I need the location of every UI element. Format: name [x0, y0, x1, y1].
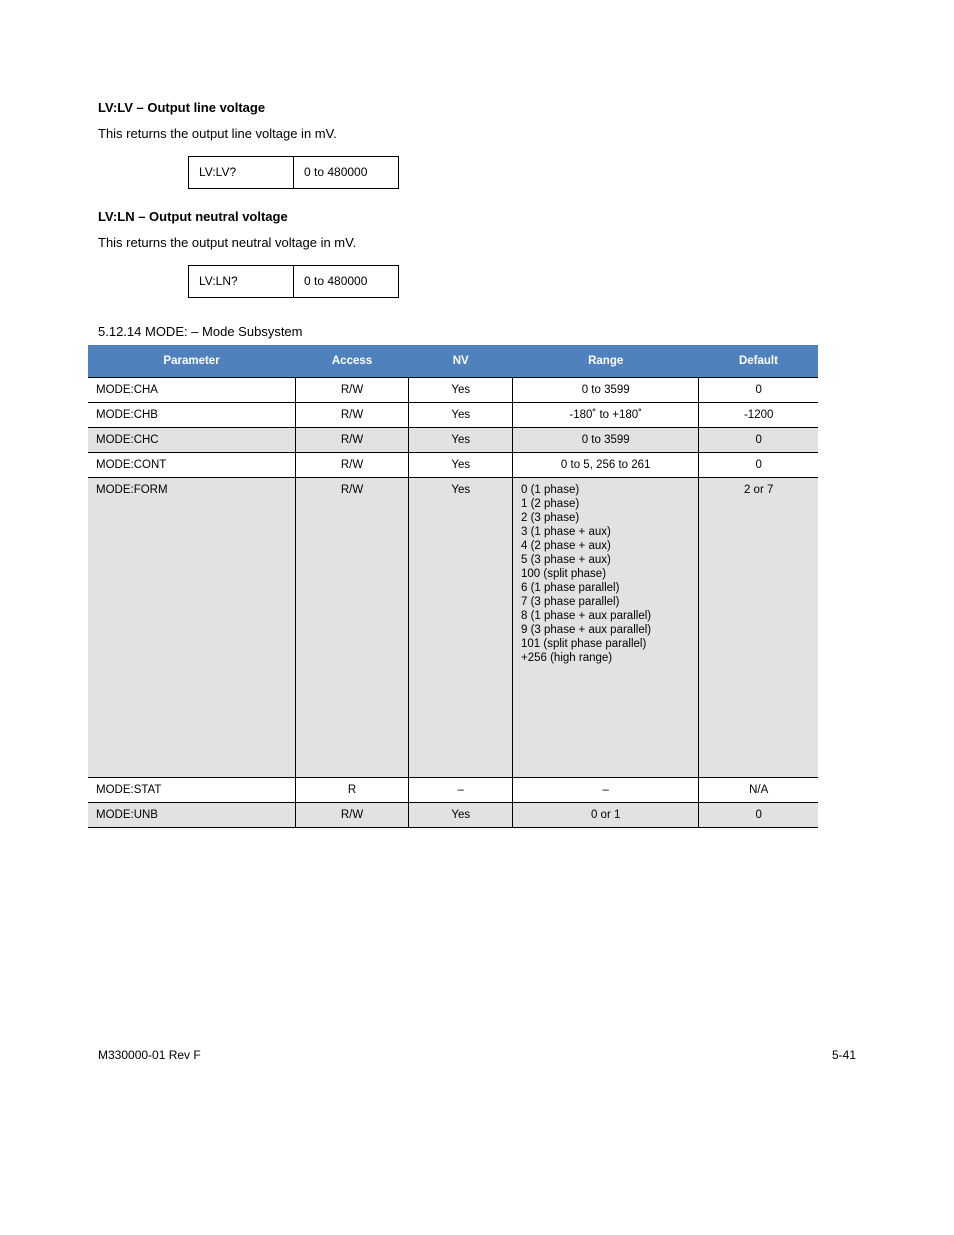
main-table-caption: 5.12.14 MODE: – Mode Subsystem: [98, 324, 856, 339]
table-row: MODE:UNBR/WYes0 or 10: [88, 802, 818, 827]
ln-query-table: LV:LN? 0 to 480000: [188, 265, 399, 298]
col-header-parameter: Parameter: [88, 345, 295, 378]
cell-access: R: [295, 777, 409, 802]
lv-query-table: LV:LV? 0 to 480000: [188, 156, 399, 189]
footer-right: 5-41: [832, 1048, 856, 1062]
cell-param: MODE:CHB: [88, 402, 295, 427]
table-row: MODE:STATR––N/A: [88, 777, 818, 802]
table-row: MODE:CHAR/WYes0 to 35990: [88, 377, 818, 402]
cell-access: R/W: [295, 427, 409, 452]
cell-nv: Yes: [409, 402, 513, 427]
cell-param: MODE:CHC: [88, 427, 295, 452]
cell-param: MODE:CHA: [88, 377, 295, 402]
ln-query-range: 0 to 480000: [294, 265, 399, 297]
cell-param: MODE:UNB: [88, 802, 295, 827]
cell-param: MODE:CONT: [88, 452, 295, 477]
cell-default: -1200: [699, 402, 818, 427]
cell-nv: –: [409, 777, 513, 802]
cell-nv: Yes: [409, 377, 513, 402]
document-page: LV:LV – Output line voltage This returns…: [0, 0, 954, 1122]
ln-query-cmd: LV:LN?: [189, 265, 294, 297]
cell-access: R/W: [295, 477, 409, 777]
section-lv-title: LV:LV – Output line voltage: [98, 100, 856, 115]
section-lv-body: This returns the output line voltage in …: [98, 125, 856, 144]
lv-query-cmd: LV:LV?: [189, 156, 294, 188]
col-header-nv: NV: [409, 345, 513, 378]
mode-subsystem-table: Parameter Access NV Range Default MODE:C…: [88, 345, 818, 828]
cell-default: 0: [699, 802, 818, 827]
cell-range: –: [513, 777, 699, 802]
cell-range: 0 to 5, 256 to 261: [513, 452, 699, 477]
cell-default: 2 or 7: [699, 477, 818, 777]
cell-default: 0: [699, 377, 818, 402]
cell-default: 0: [699, 452, 818, 477]
cell-param: MODE:FORM: [88, 477, 295, 777]
cell-range: 0 or 1: [513, 802, 699, 827]
table-row: MODE:CHBR/WYes-180˚ to +180˚-1200: [88, 402, 818, 427]
cell-access: R/W: [295, 377, 409, 402]
table-row: LV:LN? 0 to 480000: [189, 265, 399, 297]
cell-access: R/W: [295, 452, 409, 477]
footer-left: M330000-01 Rev F: [98, 1048, 201, 1062]
cell-access: R/W: [295, 802, 409, 827]
page-footer: M330000-01 Rev F 5-41: [98, 1048, 856, 1062]
cell-range: -180˚ to +180˚: [513, 402, 699, 427]
table-row: LV:LV? 0 to 480000: [189, 156, 399, 188]
table-row: MODE:FORMR/WYes0 (1 phase)1 (2 phase)2 (…: [88, 477, 818, 777]
table-header-row: Parameter Access NV Range Default: [88, 345, 818, 378]
table-row: MODE:CHCR/WYes0 to 35990: [88, 427, 818, 452]
cell-nv: Yes: [409, 477, 513, 777]
cell-range: 0 to 3599: [513, 427, 699, 452]
cell-range: 0 (1 phase)1 (2 phase)2 (3 phase)3 (1 ph…: [513, 477, 699, 777]
cell-default: 0: [699, 427, 818, 452]
col-header-access: Access: [295, 345, 409, 378]
section-ln-title: LV:LN – Output neutral voltage: [98, 209, 856, 224]
cell-nv: Yes: [409, 452, 513, 477]
table-row: MODE:CONTR/WYes0 to 5, 256 to 2610: [88, 452, 818, 477]
col-header-range: Range: [513, 345, 699, 378]
section-ln-body: This returns the output neutral voltage …: [98, 234, 856, 253]
cell-default: N/A: [699, 777, 818, 802]
cell-nv: Yes: [409, 427, 513, 452]
cell-range: 0 to 3599: [513, 377, 699, 402]
col-header-default: Default: [699, 345, 818, 378]
lv-query-range: 0 to 480000: [294, 156, 399, 188]
cell-access: R/W: [295, 402, 409, 427]
cell-param: MODE:STAT: [88, 777, 295, 802]
cell-nv: Yes: [409, 802, 513, 827]
